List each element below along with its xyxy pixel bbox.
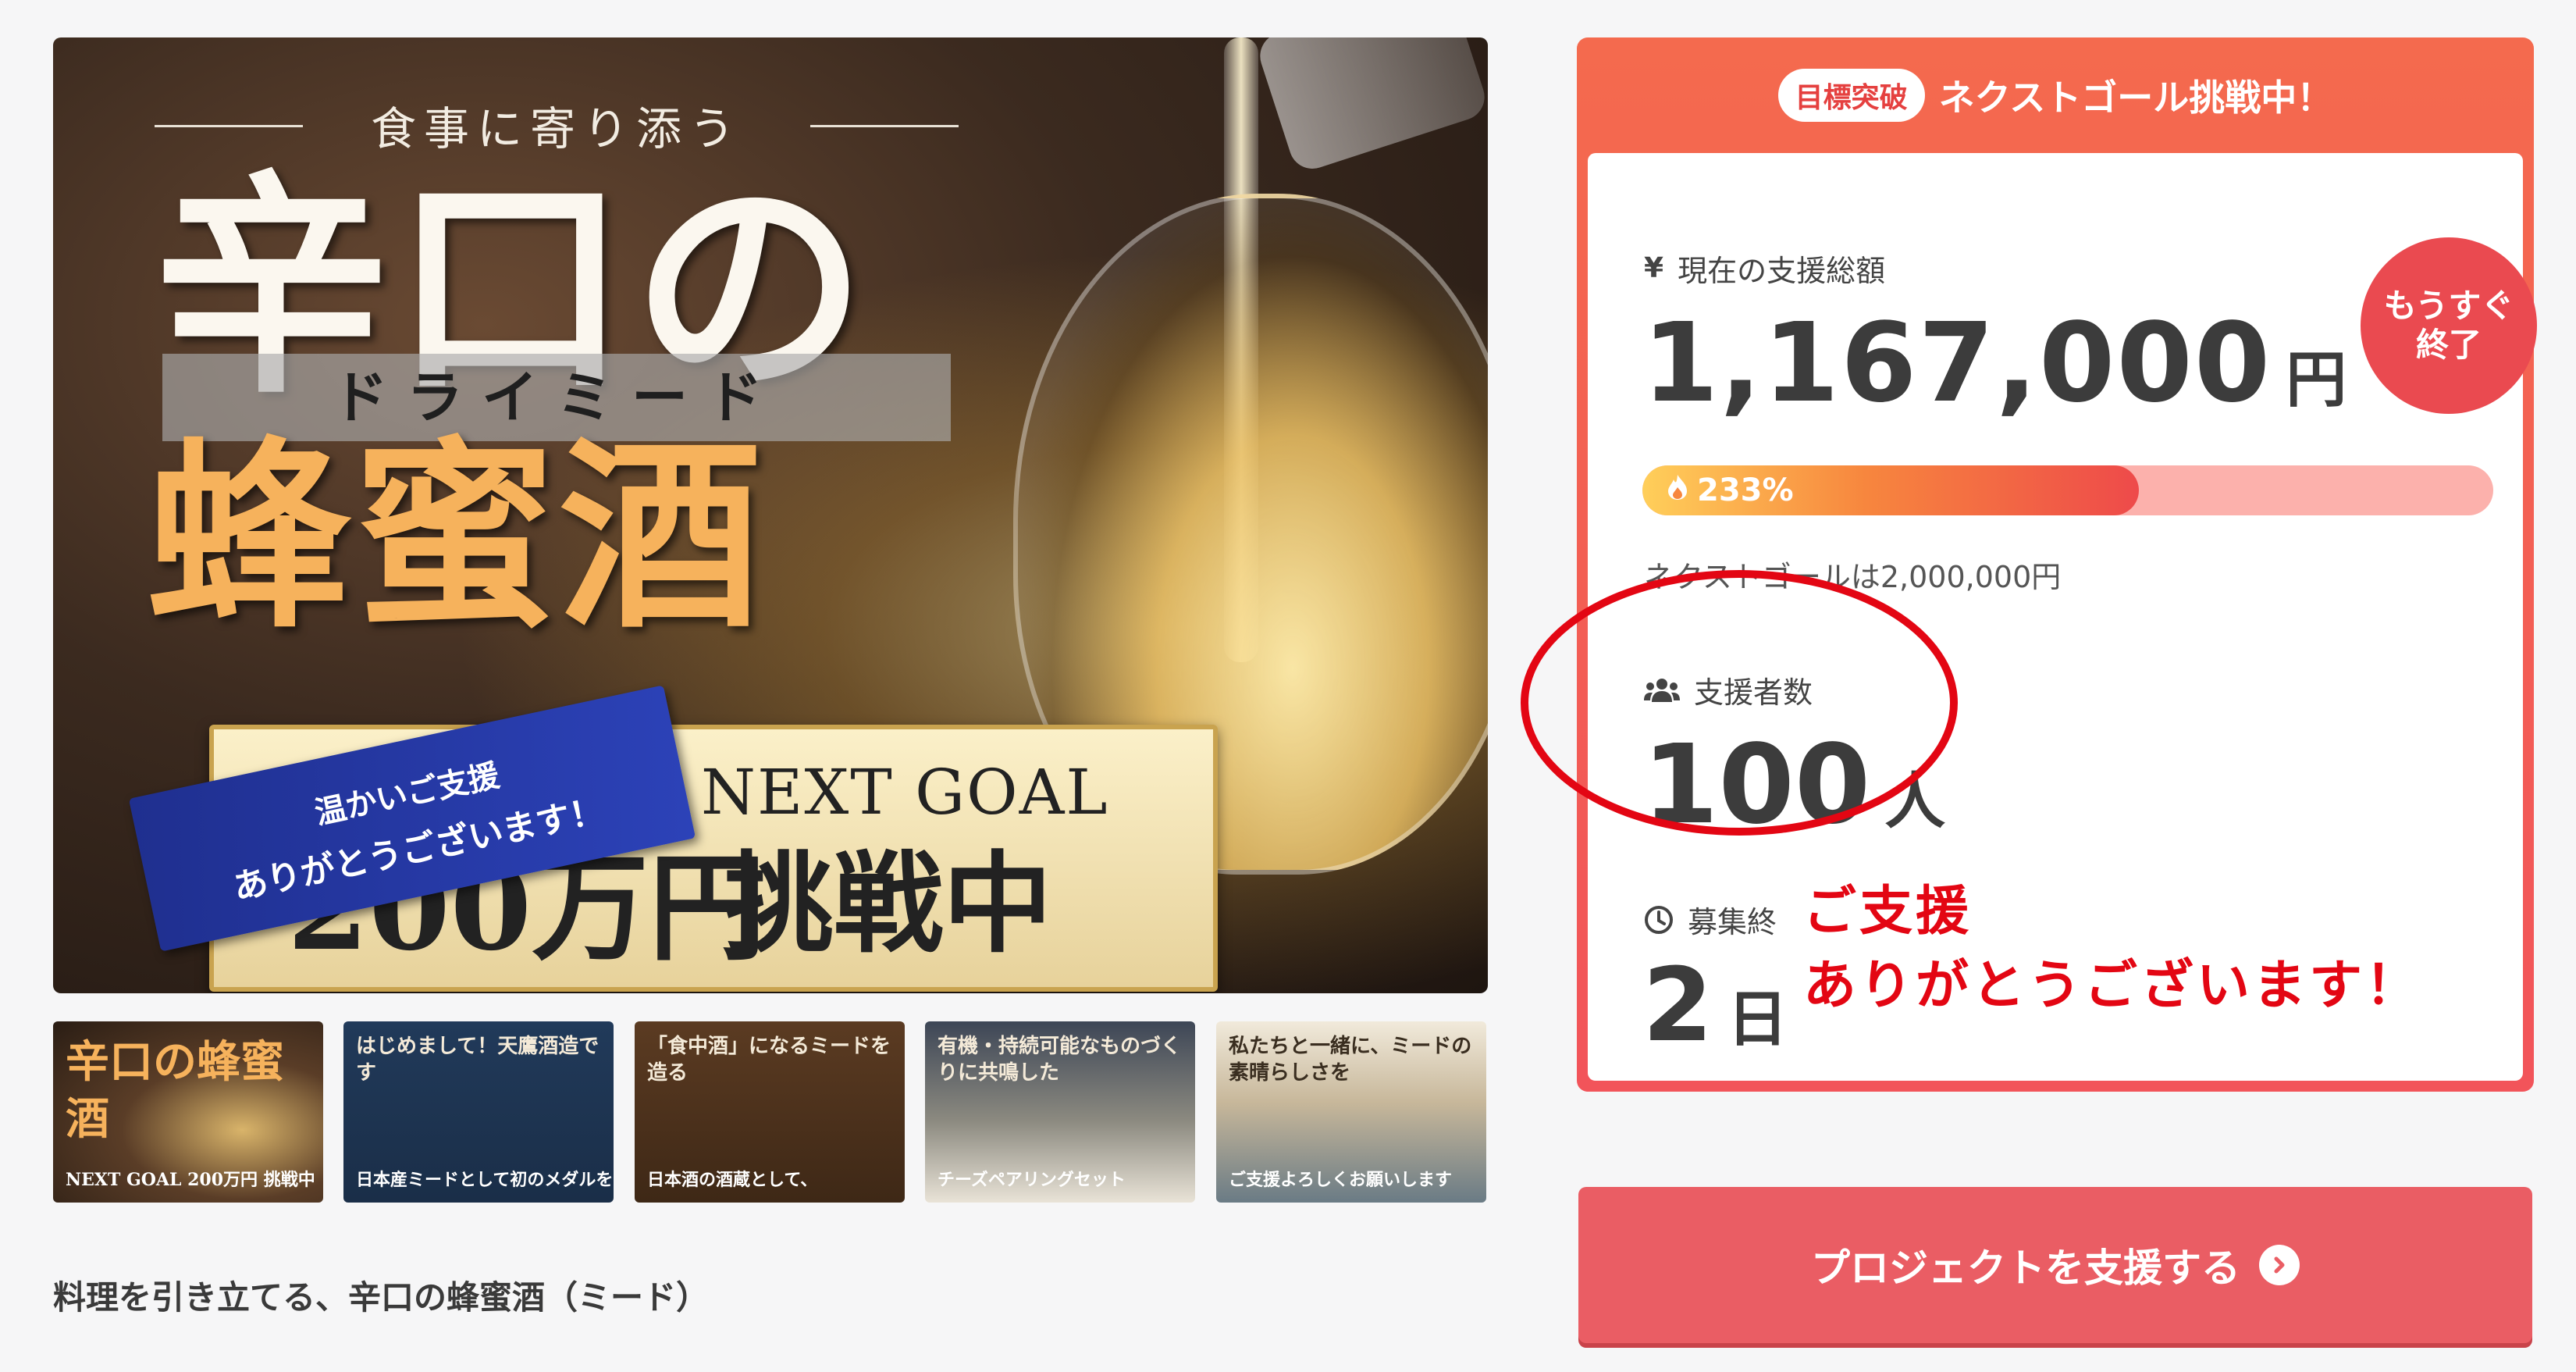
thumbnail-1[interactable]: 辛口の蜂蜜酒 NEXT GOAL 200万円 挑戦中 (53, 1021, 323, 1203)
thumbnail-title: 「食中酒」になるミードを造る (647, 1035, 891, 1085)
thumbnail-title: 私たちと一緒に、ミードの素晴らしさを (1229, 1035, 1472, 1085)
thumbnail-title: はじめまして！天鷹酒造です (356, 1035, 600, 1085)
thumbnail-title: 有機・持続可能なものづくりに共鳴した (938, 1035, 1182, 1085)
progress-bar-fill: 233% (1642, 465, 2139, 515)
thumbnail-2[interactable]: はじめまして！天鷹酒造です 日本産ミードとして初のメダルを (343, 1021, 614, 1203)
thumbnail-subtitle: ご支援よろしくお願いします (1229, 1170, 1453, 1191)
project-main-image[interactable]: 食事に寄り添う 辛口の ドライミード 蜂蜜酒 NEXT GOAL 200万円 挑… (53, 37, 1488, 993)
total-amount-unit: 円 (2286, 345, 2349, 415)
ending-soon-line1: もうすぐ (2383, 286, 2514, 325)
flame-icon (1666, 473, 1689, 508)
hero-challenge: 挑戦中 (724, 840, 1053, 968)
thumbnail-title: 辛口の蜂蜜酒 (66, 1036, 284, 1145)
thumbnail-3[interactable]: 「食中酒」になるミードを造る 日本酒の酒蔵として、 (635, 1021, 905, 1203)
thanks-annotation-line1: ご支援 (1803, 881, 1973, 943)
thumbnail-5[interactable]: 私たちと一緒に、ミードの素晴らしさを ご支援よろしくお願いします (1216, 1021, 1486, 1203)
thanks-annotation: ご支援 ありがとうございます！ (1803, 875, 2421, 1023)
days-remaining-unit: 日 (1727, 985, 1788, 1055)
total-label: 現在の支援総額 (1678, 254, 1886, 288)
progress-bar: 233% (1642, 465, 2493, 515)
hero-next-goal: NEXT GOAL (701, 756, 1109, 829)
thumbnail-subtitle: 日本産ミードとして初のメダルを (356, 1170, 614, 1191)
thumbnail-subtitle: チーズペアリングセット (938, 1170, 1126, 1191)
thumbnail-subtitle: 日本酒の酒蔵として、 (647, 1170, 818, 1191)
panel-header-title: ネクストゴール挑戦中！ (1938, 77, 2333, 119)
days-label-row: 募集終 (1644, 898, 1777, 941)
support-project-button[interactable]: プロジェクトを支援する (1578, 1187, 2532, 1343)
support-button-label: プロジェクトを支援する (1811, 1245, 2240, 1291)
ending-soon-line2: 終了 (2415, 326, 2482, 364)
progress-percent: 233% (1697, 472, 1794, 508)
project-caption: 料理を引き立てる、辛口の蜂蜜酒（ミード） (53, 1278, 710, 1317)
arrow-right-circle-icon (2259, 1245, 2300, 1285)
total-amount: 1,167,000 円 (1642, 309, 2348, 419)
highlight-circle-annotation (1521, 570, 1958, 836)
yen-icon: ¥ (1644, 252, 1664, 284)
panel-header: 目標突破 ネクストゴール挑戦中！ (1577, 37, 2534, 153)
clock-icon (1644, 905, 1674, 935)
total-amount-value: 1,167,000 (1642, 300, 2272, 427)
days-remaining: 2日 (1642, 954, 1788, 1056)
thumbnail-subtitle: NEXT GOAL 200万円 挑戦中 (66, 1170, 315, 1191)
hero-title-main: 蜂蜜酒 (147, 418, 765, 656)
total-label-row: ¥ 現在の支援総額 (1644, 247, 1885, 290)
hero-tagline: 食事に寄り添う (155, 92, 959, 158)
goal-achieved-badge: 目標突破 (1777, 69, 1925, 122)
bottle-graphic (1254, 37, 1488, 175)
thanks-annotation-line2: ありがとうございます！ (1803, 955, 2422, 1017)
thumbnail-4[interactable]: 有機・持続可能なものづくりに共鳴した チーズペアリングセット (925, 1021, 1195, 1203)
days-label: 募集終 (1688, 905, 1777, 939)
thumbnail-strip: 辛口の蜂蜜酒 NEXT GOAL 200万円 挑戦中 はじめまして！天鷹酒造です… (53, 1021, 1488, 1203)
ending-soon-badge: もうすぐ 終了 (2361, 237, 2537, 414)
days-remaining-value: 2 (1642, 946, 1713, 1064)
